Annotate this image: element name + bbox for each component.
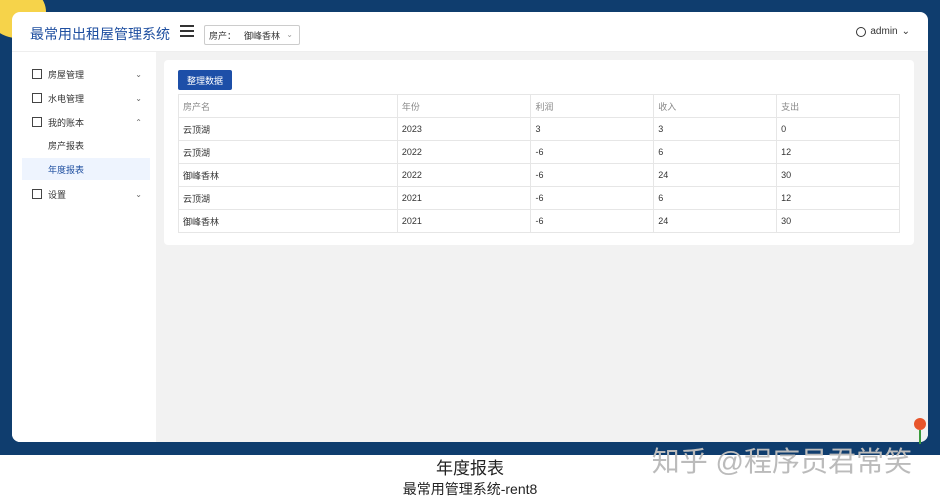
flower-sticker [914, 418, 928, 446]
sidebar-item-ledger[interactable]: 我的账本 ⌃ [22, 112, 150, 132]
sidebar-item-utilities[interactable]: 水电管理 ⌄ [22, 88, 150, 108]
chevron-down-icon: ⌄ [135, 93, 142, 103]
cell-expense: 12 [776, 140, 900, 164]
table-row: 云顶湖 2022 -6 6 12 [178, 140, 900, 164]
cell-property: 云顶湖 [178, 117, 398, 141]
property-value: 御峰香林 [244, 30, 281, 41]
report-card: 整理数据 房产名 年份 利润 收入 支出 云顶湖 2023 3 3 0 云顶湖 … [164, 60, 914, 245]
sidebar-subitem-property-report[interactable]: 房产报表 [22, 134, 150, 156]
monitor-icon [32, 189, 42, 199]
cell-income: 3 [653, 117, 778, 141]
menu-toggle-icon[interactable] [180, 25, 194, 39]
table-row: 云顶湖 2023 3 3 0 [178, 117, 900, 141]
sort-data-button[interactable]: 整理数据 [178, 70, 232, 90]
cell-income: 6 [653, 140, 778, 164]
top-bar: 最常用出租屋管理系统 房产： 御峰香林 ⌄ admin ⌄ [12, 12, 928, 52]
watermark: 知乎 @程序员君常笑 [651, 446, 912, 477]
cell-property: 御峰香林 [178, 163, 398, 187]
cell-expense: 0 [776, 117, 900, 141]
cell-profit: -6 [530, 140, 655, 164]
user-menu[interactable]: admin ⌄ [856, 26, 910, 37]
chevron-down-icon: ⌄ [135, 189, 142, 199]
caption-subtitle: 最常用管理系统-rent8 [402, 481, 538, 497]
column-header[interactable]: 支出 [776, 94, 900, 118]
cell-property: 云顶湖 [178, 186, 398, 210]
table-row: 云顶湖 2021 -6 6 12 [178, 186, 900, 210]
cell-property: 云顶湖 [178, 140, 398, 164]
cell-expense: 30 [776, 163, 900, 187]
sidebar-item-settings[interactable]: 设置 ⌄ [22, 184, 150, 204]
column-header[interactable]: 收入 [653, 94, 778, 118]
cell-year: 2022 [396, 140, 532, 164]
main-content: 整理数据 房产名 年份 利润 收入 支出 云顶湖 2023 3 3 0 云顶湖 … [156, 52, 928, 442]
table-row: 御峰香林 2022 -6 24 30 [178, 163, 900, 187]
sidebar-item-label: 房屋管理 [48, 69, 85, 80]
cell-property: 御峰香林 [178, 209, 398, 233]
chevron-up-icon: ⌃ [135, 117, 142, 127]
sidebar: 房屋管理 ⌄ 水电管理 ⌄ 我的账本 ⌃ 房产报表 年度报表 设置 ⌄ [12, 52, 156, 442]
meter-icon [32, 93, 42, 103]
sidebar-item-label: 设置 [48, 189, 67, 200]
username: admin [870, 26, 898, 37]
cell-profit: -6 [530, 163, 655, 187]
table-row: 御峰香林 2021 -6 24 30 [178, 209, 900, 233]
chevron-down-icon: ⌄ [135, 69, 142, 79]
cell-year: 2021 [396, 186, 532, 210]
chevron-down-icon: ⌄ [901, 26, 910, 37]
app-title: 最常用出租屋管理系统 [30, 26, 170, 42]
cell-income: 24 [653, 163, 778, 187]
cell-profit: -6 [530, 209, 655, 233]
property-label: 房产： [209, 30, 237, 41]
cell-year: 2023 [396, 117, 532, 141]
chevron-down-icon: ⌄ [286, 30, 293, 39]
sidebar-subitem-annual-report[interactable]: 年度报表 [22, 158, 150, 180]
cell-expense: 12 [776, 186, 900, 210]
cell-income: 24 [653, 209, 778, 233]
sidebar-item-house[interactable]: 房屋管理 ⌄ [22, 64, 150, 84]
chart-icon [32, 117, 42, 127]
cell-year: 2021 [396, 209, 532, 233]
sidebar-item-label: 水电管理 [48, 93, 85, 104]
property-select[interactable]: 房产： 御峰香林 ⌄ [204, 25, 300, 45]
table-header-row: 房产名 年份 利润 收入 支出 [178, 94, 900, 118]
cell-income: 6 [653, 186, 778, 210]
column-header[interactable]: 房产名 [178, 94, 398, 118]
sidebar-item-label: 我的账本 [48, 117, 85, 128]
column-header[interactable]: 年份 [396, 94, 532, 118]
cell-expense: 30 [776, 209, 900, 233]
app-window: 最常用出租屋管理系统 房产： 御峰香林 ⌄ admin ⌄ 房屋管理 ⌄ 水电管… [12, 12, 928, 442]
cell-profit: 3 [530, 117, 655, 141]
home-icon [32, 69, 42, 79]
cell-profit: -6 [530, 186, 655, 210]
column-header[interactable]: 利润 [530, 94, 655, 118]
user-icon [856, 26, 867, 37]
cell-year: 2022 [396, 163, 532, 187]
annual-report-table: 房产名 年份 利润 收入 支出 云顶湖 2023 3 3 0 云顶湖 2022 … [178, 94, 900, 233]
